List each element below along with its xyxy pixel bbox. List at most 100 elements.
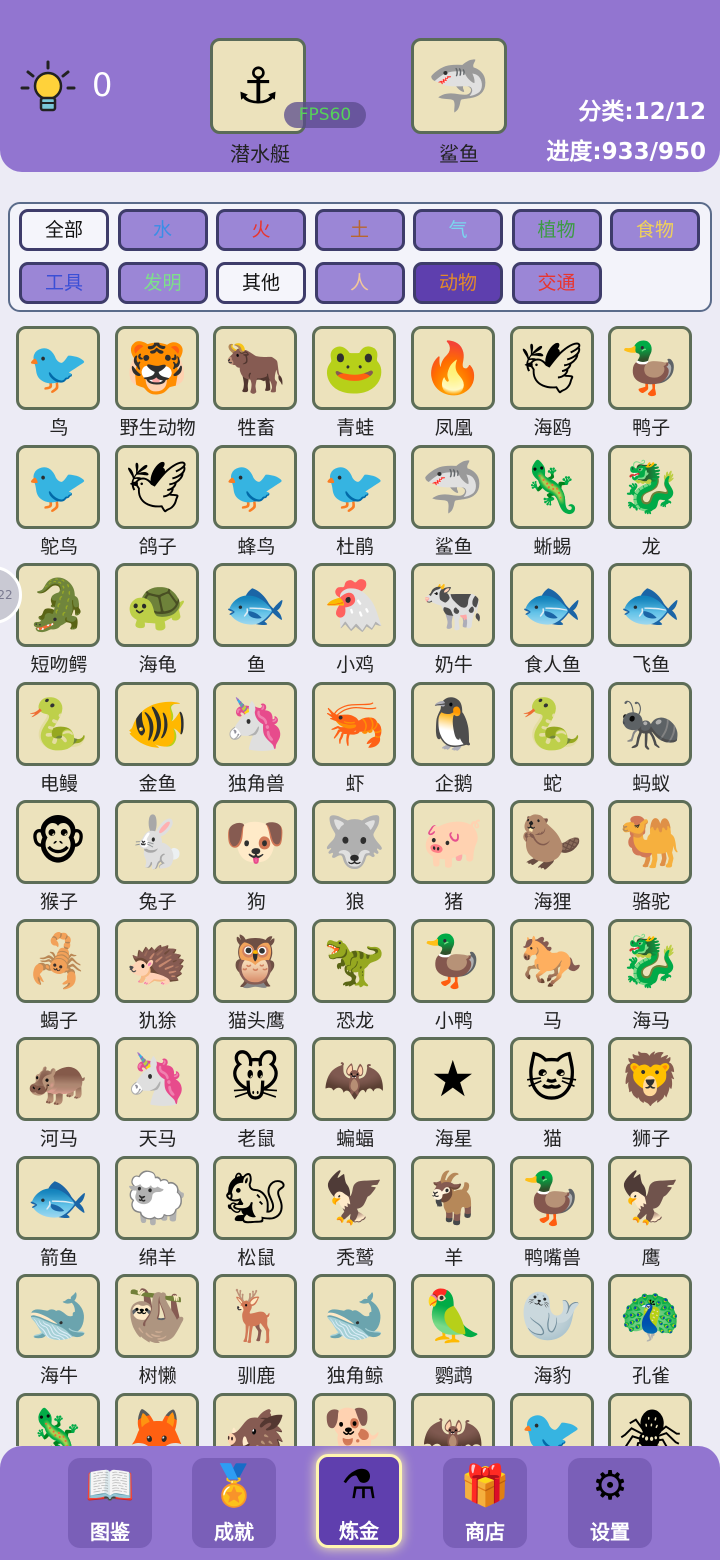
element-tile[interactable]: 🐟 — [509, 563, 594, 647]
element-card[interactable]: 🐿 松鼠 — [213, 1155, 299, 1270]
element-card[interactable]: 🐭 老鼠 — [213, 1037, 299, 1151]
element-card[interactable]: 🐎 马 — [509, 918, 596, 1033]
element-card[interactable]: 🦇 — [410, 1392, 497, 1446]
element-tile[interactable]: 🦖 — [312, 918, 397, 1003]
element-card[interactable]: 🐉 海马 — [608, 918, 694, 1033]
element-tile[interactable]: 🦊 — [114, 1392, 199, 1446]
element-card[interactable]: 🦆 小鸭 — [410, 918, 497, 1033]
element-card[interactable]: 🐐 羊 — [410, 1155, 497, 1270]
category-chip-air[interactable]: 气 — [413, 209, 503, 251]
element-card[interactable]: 🦌 驯鹿 — [213, 1274, 299, 1388]
element-card[interactable]: 🐍 电鳗 — [16, 681, 102, 796]
element-tile[interactable]: 🦎 — [509, 444, 594, 529]
element-tile[interactable]: 🕊 — [509, 326, 594, 410]
element-tile[interactable]: 🦐 — [312, 681, 397, 766]
element-card[interactable]: 🦆 鸭嘴兽 — [509, 1155, 596, 1270]
element-tile[interactable]: 🐟 — [213, 563, 298, 647]
element-tile[interactable]: 🦅 — [608, 1155, 693, 1240]
element-tile[interactable]: 🐭 — [213, 1037, 298, 1121]
element-tile[interactable]: 🦚 — [608, 1274, 693, 1358]
element-tile[interactable]: 🦆 — [608, 326, 693, 410]
category-chip-water[interactable]: 水 — [117, 209, 208, 251]
element-tile[interactable]: 🐫 — [608, 800, 693, 884]
element-tile[interactable]: 🦇 — [312, 1037, 397, 1121]
element-tile[interactable]: 🐟 — [608, 563, 693, 647]
element-tile[interactable]: 🦆 — [410, 918, 495, 1003]
element-card[interactable]: 🦅 鹰 — [608, 1155, 694, 1270]
element-tile[interactable]: 🦉 — [213, 918, 298, 1003]
element-tile[interactable]: 🐇 — [114, 800, 199, 884]
element-card[interactable]: 🦐 虾 — [312, 681, 398, 796]
element-card[interactable]: 🕊 海鸥 — [509, 326, 596, 440]
element-tile[interactable]: ★ — [410, 1037, 495, 1121]
element-tile[interactable]: 🦎 — [16, 1392, 100, 1446]
element-card[interactable]: 🐍 蛇 — [509, 681, 596, 796]
element-tile[interactable]: 🐎 — [509, 918, 594, 1003]
element-tile[interactable]: 🦈 — [410, 444, 495, 529]
element-tile[interactable]: 🐐 — [410, 1155, 495, 1240]
element-card[interactable]: 🕷 — [608, 1392, 694, 1446]
category-chip-earth[interactable]: 土 — [314, 209, 405, 251]
element-tile[interactable]: 🐦 — [213, 444, 298, 529]
element-card[interactable]: 🐋 独角鲸 — [312, 1274, 398, 1388]
element-tile[interactable]: 🦂 — [16, 918, 100, 1003]
element-card[interactable]: 🦎 — [16, 1392, 102, 1446]
element-tile[interactable]: 🦇 — [410, 1392, 495, 1446]
element-tile[interactable]: 🐦 — [16, 444, 100, 529]
category-chip-animals[interactable]: 动物 — [413, 262, 503, 304]
element-card[interactable]: 🐇 兔子 — [114, 800, 201, 914]
category-chip-invention[interactable]: 发明 — [117, 262, 208, 304]
element-card[interactable]: 🐦 — [509, 1392, 596, 1446]
category-chip-people[interactable]: 人 — [314, 262, 405, 304]
element-card[interactable]: 🦚 孔雀 — [608, 1274, 694, 1388]
element-card[interactable]: 🐂 牲畜 — [213, 326, 299, 440]
element-tile[interactable]: 🐗 — [213, 1392, 298, 1446]
element-tile[interactable]: 🦛 — [16, 1037, 100, 1121]
element-card[interactable]: 🐸 青蛙 — [312, 326, 398, 440]
element-tile[interactable]: 🦫 — [509, 800, 594, 884]
element-tile[interactable]: 🐜 — [608, 681, 693, 766]
element-tile[interactable]: 🐉 — [608, 444, 693, 529]
element-tile[interactable]: 🐶 — [213, 800, 298, 884]
element-tile[interactable]: 🦅 — [312, 1155, 397, 1240]
element-card[interactable]: 🐟 食人鱼 — [509, 563, 596, 677]
element-card[interactable]: 🦭 海豹 — [509, 1274, 596, 1388]
element-tile[interactable]: 🦁 — [608, 1037, 693, 1121]
element-card[interactable]: 🐗 — [213, 1392, 299, 1446]
element-tile[interactable]: 🐧 — [410, 681, 495, 766]
element-card[interactable]: 🐔 小鸡 — [312, 563, 398, 677]
element-tile[interactable]: 🐦 — [312, 444, 397, 529]
element-card[interactable]: 🦊 — [114, 1392, 201, 1446]
element-card[interactable]: 🐦 杜鹃 — [312, 444, 398, 559]
element-tile[interactable]: 🕷 — [608, 1392, 693, 1446]
element-card[interactable]: 🦅 秃鹫 — [312, 1155, 398, 1270]
element-card[interactable]: 🐜 蚂蚁 — [608, 681, 694, 796]
element-card[interactable]: 🦇 蝙蝠 — [312, 1037, 398, 1151]
nav-settings[interactable]: ⚙ 设置 — [568, 1458, 652, 1548]
category-chip-transport[interactable]: 交通 — [511, 262, 602, 304]
category-chip-other[interactable]: 其他 — [216, 262, 306, 304]
element-card[interactable]: 🐊 短吻鳄 — [16, 563, 102, 677]
element-card[interactable]: 🐋 海牛 — [16, 1274, 102, 1388]
element-tile[interactable]: 🐟 — [16, 1155, 100, 1240]
element-card[interactable]: 🦉 猫头鹰 — [213, 918, 299, 1033]
lightbulb-icon[interactable] — [18, 58, 78, 118]
element-tile[interactable]: 🐋 — [312, 1274, 397, 1358]
category-chip-all[interactable]: 全部 — [19, 209, 109, 251]
element-tile[interactable]: 🐵 — [16, 800, 100, 884]
element-card[interactable]: 🐠 金鱼 — [114, 681, 201, 796]
element-card[interactable]: 🐑 绵羊 — [114, 1155, 201, 1270]
element-card[interactable]: 🐄 奶牛 — [410, 563, 497, 677]
element-tile[interactable]: 🦔 — [114, 918, 199, 1003]
element-tile[interactable]: 🐉 — [608, 918, 693, 1003]
category-chip-food[interactable]: 食物 — [610, 209, 700, 251]
element-card[interactable]: 🦎 蜥蜴 — [509, 444, 596, 559]
element-card[interactable]: 🦁 狮子 — [608, 1037, 694, 1151]
category-chip-plants[interactable]: 植物 — [511, 209, 602, 251]
combine-slot-right[interactable]: 🦈 — [411, 38, 507, 134]
nav-alchemy[interactable]: ⚗ 炼金 — [316, 1454, 402, 1548]
element-card[interactable]: ★ 海星 — [410, 1037, 497, 1151]
element-card[interactable]: 🦈 鲨鱼 — [410, 444, 497, 559]
element-card[interactable]: 🐦 蜂鸟 — [213, 444, 299, 559]
element-tile[interactable]: 🐱 — [509, 1037, 594, 1121]
